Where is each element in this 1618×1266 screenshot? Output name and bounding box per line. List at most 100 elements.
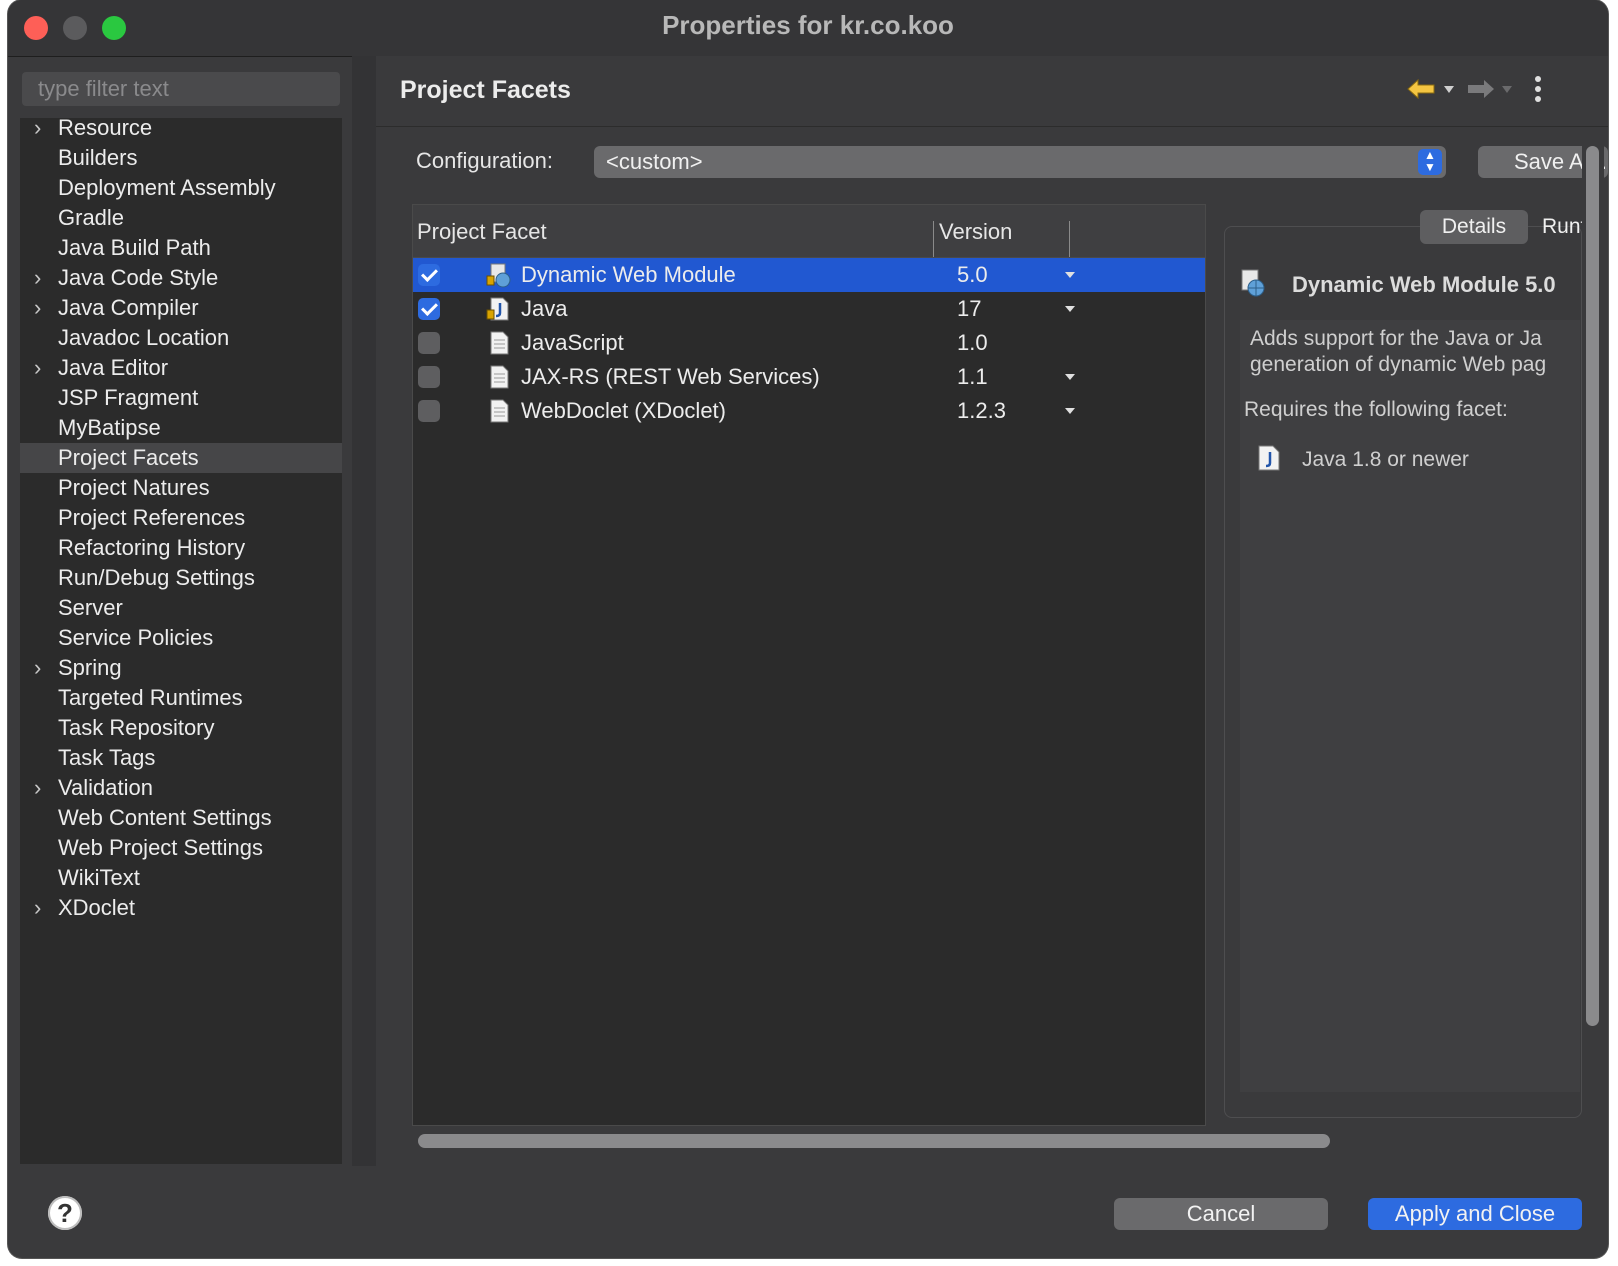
sidebar-item-label: Web Project Settings (58, 835, 264, 860)
sidebar-item[interactable]: Project References (20, 503, 342, 533)
facet-version[interactable]: 1.0 (957, 330, 988, 356)
sidebar-item[interactable]: Task Tags (20, 743, 342, 773)
java-icon (1258, 445, 1280, 471)
file-icon (490, 365, 509, 389)
chevron-right-icon[interactable]: › (34, 893, 41, 923)
apply-and-close-button[interactable]: Apply and Close (1368, 1198, 1582, 1230)
requires-label: Requires the following facet: (1244, 398, 1508, 421)
facet-checkbox[interactable] (418, 332, 440, 354)
facet-table: Project Facet Version Dynamic Web Module… (412, 204, 1206, 1126)
sidebar-item[interactable]: Server (20, 593, 342, 623)
horizontal-scroll-thumb[interactable] (418, 1134, 1330, 1148)
facet-row[interactable]: JAX-RS (REST Web Services) 1.1 (413, 360, 1205, 394)
sidebar-item[interactable]: Gradle (20, 203, 342, 233)
facet-row[interactable]: Dynamic Web Module 5.0 (413, 258, 1205, 292)
forward-arrow-icon[interactable] (1466, 78, 1496, 100)
vertical-scrollbar[interactable] (1582, 140, 1604, 1130)
sidebar-item-label: JSP Fragment (58, 385, 199, 410)
view-menu-icon[interactable] (1534, 76, 1542, 106)
sidebar-item[interactable]: Task Repository (20, 713, 342, 743)
file-icon (490, 399, 509, 423)
facet-row[interactable]: JavaScript 1.0 (413, 326, 1205, 360)
sidebar-item[interactable]: Refactoring History (20, 533, 342, 563)
chevron-right-icon[interactable]: › (34, 353, 41, 383)
sidebar-item[interactable]: Java Build Path (20, 233, 342, 263)
chevron-right-icon[interactable]: › (34, 773, 41, 803)
back-arrow-icon[interactable] (1406, 78, 1436, 100)
forward-dropdown-icon[interactable] (1502, 86, 1512, 93)
facet-checkbox[interactable] (418, 400, 440, 422)
sidebar-item-label: Project Facets (58, 445, 199, 470)
details-description: Adds support for the Java or Ja generati… (1250, 326, 1546, 378)
facet-checkbox[interactable] (418, 264, 440, 286)
web-module-icon (1241, 269, 1265, 297)
facet-version[interactable]: 5.0 (957, 262, 988, 288)
sidebar-item[interactable]: › Validation (20, 773, 342, 803)
sidebar-item-label: Targeted Runtimes (58, 685, 243, 710)
sidebar-item[interactable]: › XDoclet (20, 893, 342, 923)
chevron-right-icon[interactable]: › (34, 653, 41, 683)
facet-row[interactable]: WebDoclet (XDoclet) 1.2.3 (413, 394, 1205, 428)
sidebar-item[interactable]: Run/Debug Settings (20, 563, 342, 593)
web-module-icon (486, 263, 511, 288)
sidebar-item[interactable]: › Java Code Style (20, 263, 342, 293)
sidebar-item[interactable]: › Java Compiler (20, 293, 342, 323)
help-icon[interactable]: ? (48, 1196, 82, 1230)
version-dropdown-icon[interactable] (1065, 306, 1075, 312)
select-stepper-icon: ▲ ▼ (1418, 149, 1442, 175)
facet-version[interactable]: 17 (957, 296, 981, 322)
version-dropdown-icon[interactable] (1065, 374, 1075, 380)
column-separator[interactable] (933, 221, 934, 257)
panel-divider[interactable] (352, 56, 376, 1166)
vertical-scroll-thumb[interactable] (1586, 146, 1599, 1026)
facet-table-header: Project Facet Version (413, 205, 1205, 258)
back-dropdown-icon[interactable] (1444, 86, 1454, 93)
sidebar-item[interactable]: Deployment Assembly (20, 173, 342, 203)
sidebar-item[interactable]: JSP Fragment (20, 383, 342, 413)
sidebar-item[interactable]: Project Natures (20, 473, 342, 503)
facet-version[interactable]: 1.2.3 (957, 398, 1006, 424)
facet-row[interactable]: Java 17 (413, 292, 1205, 326)
sidebar-item[interactable]: Builders (20, 143, 342, 173)
details-description-line: generation of dynamic Web pag (1250, 353, 1547, 376)
version-dropdown-icon[interactable] (1065, 408, 1075, 414)
requires-item[interactable]: Java 1.8 or newer (1302, 448, 1469, 472)
page-title: Project Facets (400, 76, 571, 104)
version-dropdown-icon[interactable] (1065, 272, 1075, 278)
column-header-facet[interactable]: Project Facet (417, 219, 547, 245)
sidebar-item[interactable]: Project Facets (20, 443, 342, 473)
sidebar-item[interactable]: Web Project Settings (20, 833, 342, 863)
configuration-select[interactable]: <custom> ▲ ▼ (594, 146, 1446, 178)
facet-checkbox[interactable] (418, 366, 440, 388)
column-header-version[interactable]: Version (939, 219, 1012, 245)
tab-runtimes[interactable]: Runtimes (1542, 210, 1582, 244)
chevron-right-icon[interactable]: › (34, 293, 41, 323)
facet-name: Java (521, 296, 568, 321)
sidebar-item[interactable]: MyBatipse (20, 413, 342, 443)
sidebar-item[interactable]: Service Policies (20, 623, 342, 653)
tab-details[interactable]: Details (1420, 210, 1528, 244)
sidebar-item[interactable]: › Java Editor (20, 353, 342, 383)
sidebar-item-label: Task Tags (58, 745, 156, 770)
sidebar-item-label: Builders (58, 145, 138, 170)
facet-name: JAX-RS (REST Web Services) (521, 364, 820, 389)
sidebar-item[interactable]: › Spring (20, 653, 342, 683)
column-separator[interactable] (1069, 221, 1070, 257)
chevron-right-icon[interactable]: › (34, 113, 41, 143)
sidebar-item-label: Web Content Settings (58, 805, 272, 830)
cancel-button[interactable]: Cancel (1114, 1198, 1328, 1230)
file-icon (490, 331, 509, 355)
sidebar-item[interactable]: › Resource (20, 113, 342, 143)
chevron-right-icon[interactable]: › (34, 263, 41, 293)
sidebar-item[interactable]: Targeted Runtimes (20, 683, 342, 713)
sidebar-item[interactable]: Web Content Settings (20, 803, 342, 833)
filter-input[interactable] (22, 72, 340, 106)
sidebar-item-label: Run/Debug Settings (58, 565, 255, 590)
sidebar-item[interactable]: WikiText (20, 863, 342, 893)
sidebar-item[interactable]: Javadoc Location (20, 323, 342, 353)
horizontal-scrollbar[interactable] (412, 1126, 1330, 1150)
sidebar-item-label: Deployment Assembly (58, 175, 276, 200)
facet-version[interactable]: 1.1 (957, 364, 988, 390)
facet-checkbox[interactable] (418, 298, 440, 320)
sidebar-item-label: WikiText (58, 865, 140, 890)
